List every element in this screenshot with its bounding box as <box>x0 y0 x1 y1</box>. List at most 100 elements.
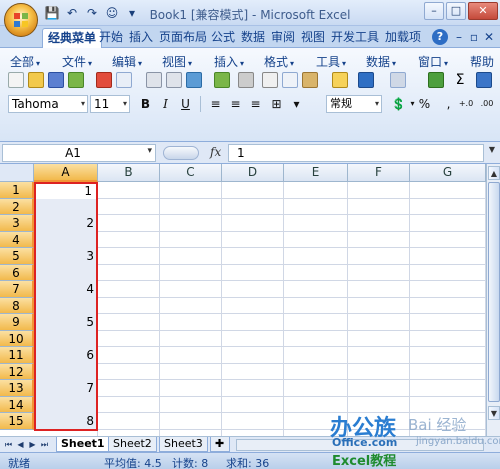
menu-insert[interactable]: 插入 ▾ <box>214 53 244 70</box>
scroll-down-icon[interactable]: ▼ <box>488 406 500 420</box>
last-sheet-icon[interactable]: ⏭ <box>39 439 50 451</box>
ribbon-close-button[interactable]: ✕ <box>484 30 494 44</box>
menu-format[interactable]: 格式 ▾ <box>264 53 294 70</box>
formula-bar-resize-handle[interactable] <box>163 146 199 160</box>
hyperlink-icon[interactable] <box>428 72 444 88</box>
copy-icon[interactable] <box>282 72 298 88</box>
next-sheet-icon[interactable]: ▶ <box>27 439 38 451</box>
row-header-2[interactable]: 2 <box>0 198 34 215</box>
comma-button[interactable]: , <box>440 96 457 112</box>
font-name-select[interactable]: Tahoma ▾ <box>8 95 88 113</box>
cell-a9[interactable]: 5 <box>34 314 98 331</box>
print-preview-icon[interactable] <box>166 72 182 88</box>
tab-data[interactable]: 数据 <box>236 28 270 48</box>
tab-insert[interactable]: 插入 <box>124 28 158 48</box>
sheet-tab-2[interactable]: Sheet2 <box>108 437 157 452</box>
row-header-11[interactable]: 11 <box>0 347 34 364</box>
cut-icon[interactable] <box>262 72 278 88</box>
prev-sheet-icon[interactable]: ◀ <box>15 439 26 451</box>
sheet-tab-1[interactable]: Sheet1 <box>56 437 110 452</box>
cell-a14[interactable] <box>34 397 98 414</box>
cell-a12[interactable] <box>34 364 98 381</box>
row-header-6[interactable]: 6 <box>0 264 34 281</box>
maximize-button[interactable]: □ <box>446 2 466 20</box>
row-header-1[interactable]: 1 <box>0 182 34 199</box>
bold-button[interactable]: B <box>137 96 154 112</box>
row-header-13[interactable]: 13 <box>0 380 34 397</box>
spelling-icon[interactable] <box>214 72 230 88</box>
menu-tools[interactable]: 工具 ▾ <box>316 53 346 70</box>
row-header-8[interactable]: 8 <box>0 297 34 314</box>
row-header-12[interactable]: 12 <box>0 363 34 380</box>
decrease-decimal-button[interactable]: .00 <box>476 96 498 112</box>
research-icon[interactable] <box>186 72 202 88</box>
help-icon[interactable]: ? <box>432 29 448 45</box>
menu-window[interactable]: 窗口 ▾ <box>418 53 448 70</box>
cell-a13[interactable]: 7 <box>34 380 98 397</box>
sum-icon[interactable]: Σ <box>452 72 468 88</box>
menu-edit[interactable]: 编辑 ▾ <box>112 53 142 70</box>
mail-icon[interactable] <box>116 72 132 88</box>
row-header-9[interactable]: 9 <box>0 314 34 331</box>
cell-a6[interactable] <box>34 265 98 282</box>
tab-classic-menu[interactable]: 经典菜单 <box>42 28 103 48</box>
merge-center-icon[interactable]: ⊞ <box>268 96 285 112</box>
undo-toolbar-icon[interactable] <box>358 72 374 88</box>
office-button[interactable] <box>4 3 38 37</box>
tab-view[interactable]: 视图 <box>296 28 330 48</box>
align-center-icon[interactable]: ≡ <box>227 96 244 112</box>
cell-a1[interactable]: 1 <box>36 184 96 199</box>
first-sheet-icon[interactable]: ⏮ <box>3 439 14 451</box>
insert-sheet-icon[interactable]: ✚ <box>210 437 230 452</box>
cell-a7[interactable]: 4 <box>34 281 98 298</box>
select-all-corner[interactable] <box>0 164 34 182</box>
column-header-e[interactable]: E <box>284 164 348 182</box>
row-header-3[interactable]: 3 <box>0 215 34 232</box>
insert-function-icon[interactable]: fx <box>210 145 221 159</box>
save-file-icon[interactable] <box>48 72 64 88</box>
name-box-dropdown-icon[interactable]: ▾ <box>147 146 152 156</box>
number-format-select[interactable]: 常规 ▾ <box>326 95 382 113</box>
cell-a3[interactable]: 2 <box>34 215 98 232</box>
open-icon[interactable] <box>28 72 44 88</box>
horizontal-scrollbar[interactable] <box>236 439 484 451</box>
row-header-15[interactable]: 15 <box>0 413 34 430</box>
menu-all[interactable]: 全部 ▾ <box>10 53 40 70</box>
brush-icon[interactable] <box>332 72 348 88</box>
cell-a4[interactable] <box>34 232 98 249</box>
ribbon-minimize-button[interactable]: – <box>456 30 462 44</box>
row-header-4[interactable]: 4 <box>0 231 34 248</box>
sheet-tab-3[interactable]: Sheet3 <box>159 437 208 452</box>
cell-a11[interactable]: 6 <box>34 347 98 364</box>
font-size-select[interactable]: 11 ▾ <box>90 95 130 113</box>
column-header-d[interactable]: D <box>222 164 284 182</box>
italic-button[interactable]: I <box>157 96 174 112</box>
paste-icon[interactable] <box>302 72 318 88</box>
minimize-button[interactable]: – <box>424 2 444 20</box>
increase-decimal-button[interactable]: +.0 <box>456 96 476 112</box>
ribbon-restore-button[interactable]: ▫ <box>470 30 478 44</box>
vertical-scrollbar[interactable]: ▲ ▼ <box>486 164 500 436</box>
new-icon[interactable] <box>8 72 24 88</box>
cell-a2[interactable] <box>34 199 98 216</box>
menu-file[interactable]: 文件 ▾ <box>62 53 92 70</box>
row-header-7[interactable]: 7 <box>0 281 34 298</box>
row-header-10[interactable]: 10 <box>0 330 34 347</box>
align-left-icon[interactable]: ≡ <box>207 96 224 112</box>
permission-icon[interactable] <box>68 72 84 88</box>
column-header-c[interactable]: C <box>160 164 222 182</box>
column-header-f[interactable]: F <box>348 164 410 182</box>
formula-input[interactable]: 1 <box>228 144 484 162</box>
underline-button[interactable]: U <box>177 96 194 112</box>
align-right-icon[interactable]: ≡ <box>247 96 264 112</box>
scroll-up-icon[interactable]: ▲ <box>488 166 500 180</box>
cell-a15[interactable]: 8 <box>34 413 98 430</box>
print-icon[interactable] <box>146 72 162 88</box>
column-header-g[interactable]: G <box>410 164 486 182</box>
column-header-a[interactable]: A <box>34 164 98 182</box>
redo-toolbar-icon[interactable] <box>390 72 406 88</box>
row-header-5[interactable]: 5 <box>0 248 34 265</box>
tab-home[interactable]: 开始 <box>94 28 128 48</box>
percent-button[interactable]: % <box>416 96 433 112</box>
pdf-icon[interactable] <box>96 72 112 88</box>
